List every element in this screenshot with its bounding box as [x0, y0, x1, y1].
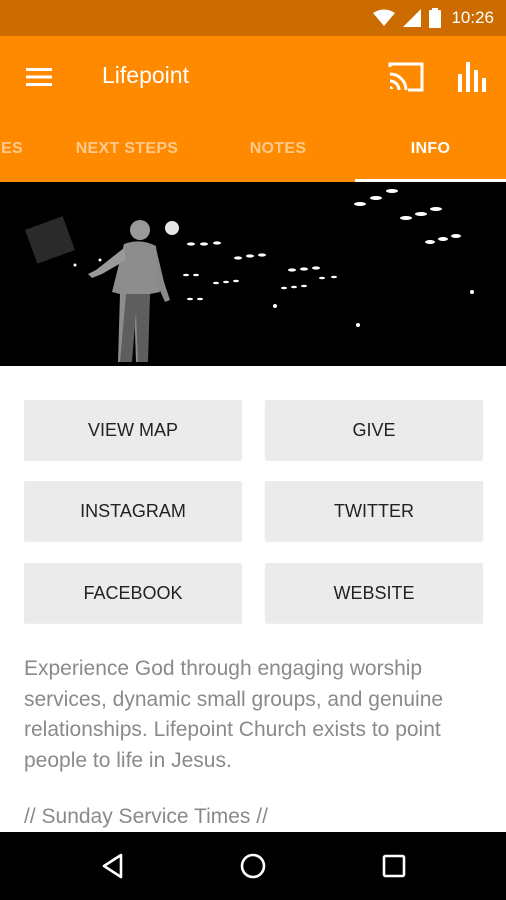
signal-icon — [403, 9, 422, 27]
twitter-button[interactable]: TWITTER — [265, 481, 483, 541]
view-map-button[interactable]: VIEW MAP — [24, 400, 242, 460]
hero-image — [0, 182, 506, 366]
tab-services[interactable]: ES — [0, 118, 32, 182]
battery-icon — [429, 8, 442, 28]
status-time: 10:26 — [451, 8, 494, 27]
home-icon[interactable] — [237, 850, 269, 882]
status-bar: 10:26 — [0, 0, 506, 36]
app-title: Lifepoint — [102, 62, 189, 88]
website-button[interactable]: WEBSITE — [265, 563, 483, 623]
recents-icon[interactable] — [378, 850, 410, 882]
back-icon[interactable] — [97, 850, 129, 882]
system-nav-bar — [0, 832, 506, 900]
cast-icon[interactable] — [386, 59, 426, 95]
give-button[interactable]: GIVE — [265, 400, 483, 460]
bar-chart-icon[interactable] — [455, 56, 491, 96]
service-times-heading: // Sunday Service Times // — [24, 805, 268, 828]
church-description: Experience God through engaging worship … — [24, 657, 444, 772]
wifi-icon — [373, 9, 396, 27]
instagram-button[interactable]: INSTAGRAM — [24, 481, 242, 541]
tab-info[interactable]: INFO — [355, 118, 506, 182]
tab-next-steps[interactable]: NEXT STEPS — [56, 118, 198, 182]
facebook-button[interactable]: FACEBOOK — [24, 563, 242, 623]
hamburger-menu-icon[interactable] — [24, 63, 54, 91]
app-bar: Lifepoint — [0, 36, 506, 118]
tab-notes[interactable]: NOTES — [210, 118, 346, 182]
tab-bar: ES NEXT STEPS NOTES INFO — [0, 118, 506, 182]
